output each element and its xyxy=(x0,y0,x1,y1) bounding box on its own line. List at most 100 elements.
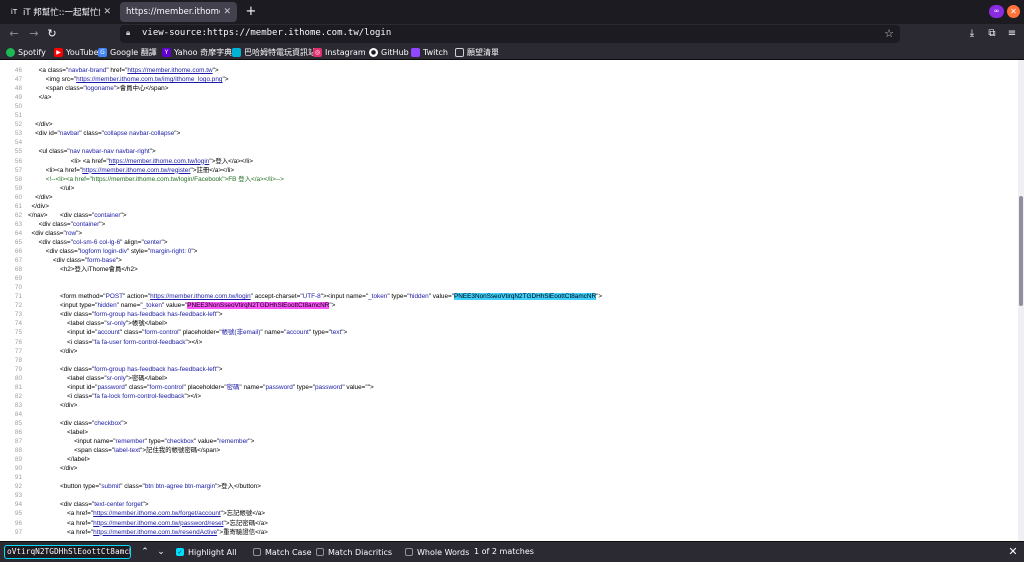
source-code: <button type="submit" class="btn btn-agr… xyxy=(28,482,261,491)
source-link[interactable]: https://member.ithome.com.tw/login xyxy=(109,158,210,165)
extension-icon[interactable]: ✕ xyxy=(1007,5,1020,18)
source-code: </div> xyxy=(28,193,52,202)
bookmark-twitch[interactable]: Twitch xyxy=(411,45,448,59)
folder-icon xyxy=(455,47,464,57)
bookmark-folder-wishlist[interactable]: 願望清單 xyxy=(455,45,499,59)
source-line: 60 </div> xyxy=(0,193,1018,202)
search-highlight: PNEE3NonSseoVtirqN2TGDHhSlEoottCt8amcNR xyxy=(454,293,597,301)
source-token: href xyxy=(76,528,88,536)
source-link[interactable]: https://member.ithome.com.tw xyxy=(127,67,212,74)
bookmark-yahoo-dictionary[interactable]: Y Yahoo 奇摩字典 xyxy=(162,45,232,59)
source-token: nav navbar-nav navbar-right xyxy=(69,148,150,156)
source-token: </div> xyxy=(28,202,49,210)
source-token: method xyxy=(78,293,100,301)
bookmark-google-translate[interactable]: G Google 翻譯 xyxy=(98,45,157,59)
source-line: 49 </a> xyxy=(0,93,1018,102)
source-token: "> xyxy=(115,257,122,265)
bookmark-star-icon[interactable]: ☆ xyxy=(884,27,894,40)
bookmark-label: GitHub xyxy=(381,47,409,57)
tab-view-source[interactable]: https://member.ithome.c ✕ xyxy=(120,2,237,22)
source-code: <li><a href="https://member.ithome.com.t… xyxy=(28,166,234,175)
source-token: remember xyxy=(219,438,249,446)
whole-words-checkbox[interactable]: Whole Words xyxy=(405,545,469,559)
bookmark-instagram[interactable]: ◎ Instagram xyxy=(313,45,366,59)
source-code: <ul class="nav navbar-nav navbar-right"> xyxy=(28,147,156,156)
line-number: 87 xyxy=(14,438,22,446)
line-number: 83 xyxy=(14,401,22,409)
source-token: class xyxy=(73,501,89,509)
source-line: 62 </nav> <div class="container"> xyxy=(0,211,1018,220)
source-link[interactable]: https://member.ithome.com.tw/resendActiv… xyxy=(93,529,217,536)
bookmark-label: Instagram xyxy=(325,47,366,57)
bahamut-icon xyxy=(232,47,241,57)
source-line: 76 <i class="fa fa-user form-control-fee… xyxy=(0,338,1018,347)
source-link[interactable]: https://member.ithome.com.tw/forget/acco… xyxy=(93,510,221,517)
url-bar[interactable]: 🔒︎ view-source:https://member.ithome.com… xyxy=(120,25,900,43)
back-arrow-icon[interactable]: ← xyxy=(6,26,22,42)
source-token: ">帳號</label> xyxy=(125,320,168,328)
bookmark-label: Spotify xyxy=(18,47,46,57)
source-token: <h2>登入iThome會員</h2> xyxy=(28,266,138,274)
menu-icon[interactable]: ≡ xyxy=(1004,26,1020,42)
navigation-toolbar: ← → ↻ 🔒︎ view-source:https://member.itho… xyxy=(0,24,1024,44)
vertical-scrollbar[interactable] xyxy=(1018,60,1024,541)
reload-icon[interactable]: ↻ xyxy=(44,26,60,42)
source-token: ">密碼</label> xyxy=(125,374,168,382)
tab-title: iT 邦幫忙::一起幫忙解決 xyxy=(23,8,100,18)
private-mask-icon[interactable]: ∞ xyxy=(989,5,1004,18)
source-token: 帳號(非email) xyxy=(221,329,261,337)
source-token: "> xyxy=(76,229,83,237)
source-link[interactable]: https://member.ithome.com.tw/img/ithome_… xyxy=(76,76,222,83)
source-code: <div class="text-center forget"> xyxy=(28,500,149,509)
close-icon[interactable]: ✕ xyxy=(103,7,111,17)
match-diacritics-checkbox[interactable]: Match Diacritics xyxy=(316,545,392,559)
line-number: 76 xyxy=(14,338,22,346)
new-tab-plus-icon[interactable]: + xyxy=(243,4,259,20)
source-line: 71 <form method="POST" action="https://m… xyxy=(0,292,1018,301)
forward-arrow-icon[interactable]: → xyxy=(26,26,42,42)
source-token: sr-only xyxy=(106,374,126,382)
close-find-bar-icon[interactable]: ✕ xyxy=(1006,545,1020,559)
close-icon[interactable]: ✕ xyxy=(223,7,231,17)
youtube-icon: ▶ xyxy=(54,47,63,57)
source-token: placeholder xyxy=(187,383,221,391)
source-token: style xyxy=(130,248,145,255)
bookmark-github[interactable]: ● GitHub xyxy=(369,45,409,59)
source-token: value xyxy=(432,293,449,301)
find-previous-icon[interactable]: ⌃ xyxy=(138,545,152,559)
downloads-icon[interactable]: ⤓ xyxy=(964,26,980,42)
source-code: <label class="sr-only">密碼</label> xyxy=(28,374,167,383)
source-token: class xyxy=(73,211,89,219)
scrollbar-thumb[interactable] xyxy=(1019,196,1023,306)
source-line: 78 xyxy=(0,356,1018,365)
source-code: <input name="remember" type="checkbox" v… xyxy=(28,437,254,446)
source-line: 68 <h2>登入iThome會員</h2> xyxy=(0,265,1018,274)
source-code: </ul> xyxy=(28,184,74,193)
source-line: 50 xyxy=(0,102,1018,111)
checkbox-box xyxy=(316,548,324,556)
source-link[interactable]: https://member.ithome.com.tw/register xyxy=(82,167,190,174)
bookmark-spotify[interactable]: Spotify xyxy=(6,45,46,59)
source-token: href xyxy=(110,67,122,74)
tab-ithelp[interactable]: iT iT 邦幫忙::一起幫忙解決 ✕ xyxy=(3,2,117,22)
source-token: class xyxy=(52,220,67,228)
line-number: 58 xyxy=(14,175,22,183)
source-token: class xyxy=(83,130,98,138)
source-link[interactable]: https://member.ithome.com.tw/password/re… xyxy=(93,520,223,527)
bookmark-bahamut[interactable]: 巴哈姆特電玩資訊站 xyxy=(232,45,316,59)
source-code: <input id="account" class="form-control"… xyxy=(28,328,347,337)
source-line: 48 <span class="logoname">會員中心</span> xyxy=(0,84,1018,93)
match-case-checkbox[interactable]: Match Case xyxy=(253,545,312,559)
highlight-all-checkbox[interactable]: ✓ Highlight All xyxy=(176,545,237,559)
source-code: <label class="sr-only">帳號</label> xyxy=(28,319,167,328)
source-token: <li> <a xyxy=(28,157,92,165)
bookmark-youtube[interactable]: ▶ YouTube xyxy=(54,45,99,59)
source-token: "></i> xyxy=(185,338,203,346)
source-link[interactable]: https://member.ithome.com.tw/login xyxy=(150,293,251,300)
extensions-icon[interactable]: ⧉ xyxy=(984,26,1000,42)
page-source-view[interactable]: 46 <a class="navbar-brand" href="https:/… xyxy=(0,60,1018,541)
source-token: "> xyxy=(174,130,181,138)
find-next-icon[interactable]: ⌄ xyxy=(154,545,168,559)
find-input[interactable]: oVtirqN2TGDHhSlEoottCt8amcNR xyxy=(4,545,131,559)
source-code: <div class="form-group has-feedback has-… xyxy=(28,310,222,319)
